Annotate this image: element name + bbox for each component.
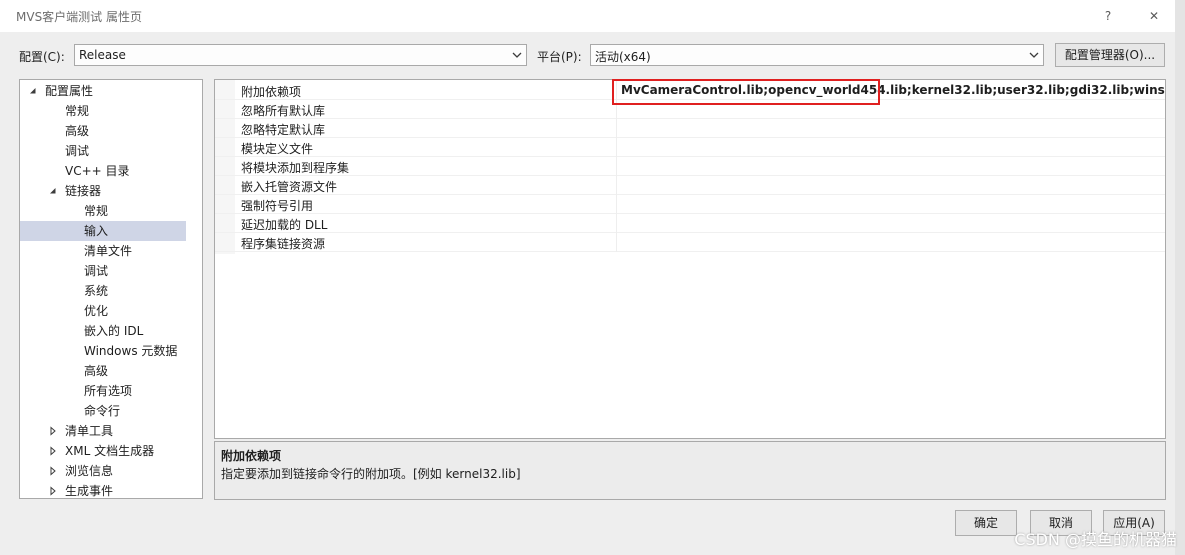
close-button[interactable]: ✕ [1140,3,1168,29]
column-separator [616,195,617,214]
column-separator [616,157,617,176]
tree-item[interactable]: 常规 [20,201,186,221]
tree-item-label: 高级 [65,124,90,138]
property-row[interactable]: 强制符号引用 [215,195,1165,214]
tree-item-label: 常规 [65,104,90,118]
collapsed-arrow-icon[interactable] [48,466,58,476]
tree-item[interactable]: 高级 [20,121,186,141]
tree-item-label: 浏览信息 [65,464,114,478]
property-name: 附加依赖项 [241,85,302,99]
description-title: 附加依赖项 [221,449,282,463]
tree-item-label: 优化 [84,304,109,318]
tree-item[interactable]: 清单工具 [20,421,186,441]
chevron-down-icon [512,52,522,58]
description-panel: 附加依赖项 指定要添加到链接命令行的附加项。[例如 kernel32.lib] [214,441,1166,500]
config-value: Release [79,48,126,62]
platform-combobox[interactable]: 活动(x64) [590,44,1044,66]
tree-item-label: 调试 [84,264,109,278]
watermark: CSDN @摸鱼的机器猫 [1014,530,1177,549]
chevron-down-icon [1029,52,1039,58]
property-row[interactable]: 延迟加载的 DLL [215,214,1165,233]
expanded-arrow-icon[interactable] [48,186,58,196]
property-name: 将模块添加到程序集 [241,161,350,175]
highlight-box [612,79,880,105]
tree-item[interactable]: 清单文件 [20,241,186,261]
help-button[interactable]: ? [1094,3,1122,29]
tree-item[interactable]: 嵌入的 IDL [20,321,186,341]
tree-item[interactable]: Windows 元数据 [20,341,186,361]
tree-item-label: 系统 [84,284,109,298]
property-name: 延迟加载的 DLL [241,218,328,232]
tree-item[interactable]: 系统 [20,281,186,301]
tree-item-label: 清单文件 [84,244,133,258]
collapsed-arrow-icon[interactable] [48,486,58,496]
expanded-arrow-icon[interactable] [28,86,38,96]
tree-item-label: VC++ 目录 [65,164,130,178]
tree-item[interactable]: 高级 [20,361,186,381]
tree-item-label: 调试 [65,144,90,158]
tree-item-label: XML 文档生成器 [65,444,155,458]
config-manager-button[interactable]: 配置管理器(O)... [1055,43,1165,67]
tree-item-label: 生成事件 [65,484,114,498]
column-separator [616,119,617,138]
property-name: 忽略所有默认库 [241,104,326,118]
tree-item-label: 嵌入的 IDL [84,324,144,338]
tree-item-label: 配置属性 [45,84,94,98]
tree-item[interactable]: 配置属性 [20,81,186,101]
collapsed-arrow-icon[interactable] [48,426,58,436]
property-tree: 配置属性 常规 高级 调试 VC++ 目录 链接器 常规 输入 清单文件 调试 系统 优化 嵌入的 ID… [19,79,203,499]
tree-item[interactable]: 命令行 [20,401,186,421]
column-separator [616,233,617,252]
property-name: 程序集链接资源 [241,237,326,251]
tree-item[interactable]: XML 文档生成器 [20,441,186,461]
property-row[interactable]: 模块定义文件 [215,138,1165,157]
property-name: 嵌入托管资源文件 [241,180,338,194]
tree-item-label: 高级 [84,364,109,378]
background-window-edge [1175,0,1185,555]
tree-item-label: 清单工具 [65,424,114,438]
collapsed-arrow-icon[interactable] [48,446,58,456]
column-separator [616,138,617,157]
property-row[interactable]: 嵌入托管资源文件 [215,176,1165,195]
property-name: 模块定义文件 [241,142,314,156]
tree-item-label: 常规 [84,204,109,218]
tree-item-label: Windows 元数据 [84,344,178,358]
ok-button[interactable]: 确定 [955,510,1017,536]
tree-item-label: 命令行 [84,404,121,418]
tree-item[interactable]: 优化 [20,301,186,321]
platform-value: 活动(x64) [595,50,651,64]
window-title: MVS客户端测试 属性页 [16,10,142,24]
tree-item[interactable]: 常规 [20,101,186,121]
tree-item-label: 输入 [84,224,109,238]
config-combobox[interactable]: Release [74,44,527,66]
platform-label: 平台(P): [537,50,582,64]
description-text: 指定要添加到链接命令行的附加项。[例如 kernel32.lib] [221,467,521,481]
property-grid: 附加依赖项 MvCameraControl.lib;opencv_world454… [214,79,1166,439]
column-separator [616,176,617,195]
property-name: 忽略特定默认库 [241,123,326,137]
property-name: 强制符号引用 [241,199,314,213]
tree-item[interactable]: 浏览信息 [20,461,186,481]
tree-item[interactable]: 调试 [20,141,186,161]
tree-item[interactable]: 调试 [20,261,186,281]
tree-item-label: 链接器 [65,184,102,198]
tree-item[interactable]: 所有选项 [20,381,186,401]
tree-item[interactable]: VC++ 目录 [20,161,186,181]
config-label: 配置(C): [19,50,65,64]
tree-item[interactable]: 链接器 [20,181,186,201]
property-row[interactable]: 将模块添加到程序集 [215,157,1165,176]
property-row[interactable]: 忽略特定默认库 [215,119,1165,138]
tree-item[interactable]: 输入 [20,221,186,241]
title-bar: MVS客户端测试 属性页 ? ✕ [0,0,1175,32]
tree-item-label: 所有选项 [84,384,133,398]
tree-item[interactable]: 生成事件 [20,481,186,498]
property-row[interactable]: 程序集链接资源 [215,233,1165,252]
column-separator [616,214,617,233]
